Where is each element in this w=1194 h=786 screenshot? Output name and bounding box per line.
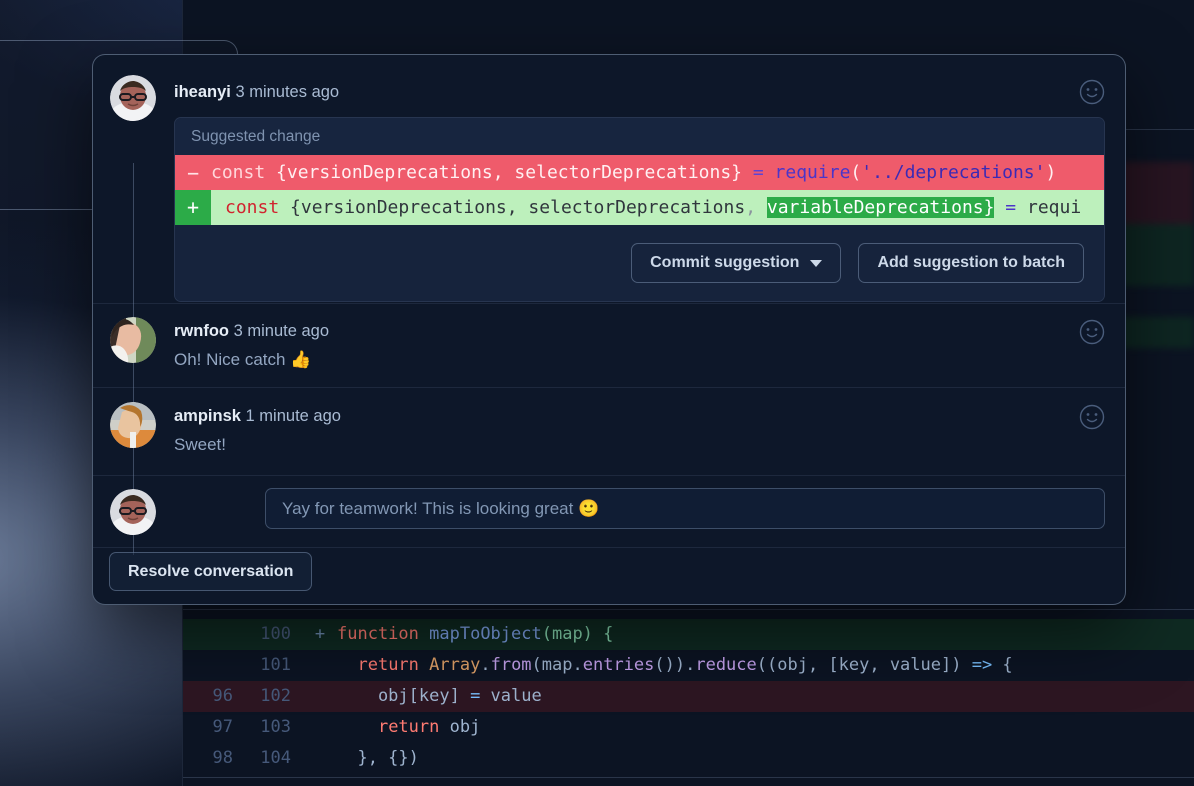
comment-author: iheanyi bbox=[174, 83, 231, 101]
comment-timestamp: 3 minute ago bbox=[234, 322, 329, 340]
add-suggestion-to-batch-label: Add suggestion to batch bbox=[877, 254, 1065, 272]
avatar[interactable] bbox=[110, 489, 156, 535]
comment-timestamp: 1 minute ago bbox=[246, 407, 341, 425]
smiley-icon[interactable] bbox=[1079, 79, 1105, 105]
comment-composer-row bbox=[93, 475, 1126, 547]
suggestion-header: Suggested change bbox=[175, 118, 1104, 155]
comment-body: Sweet! bbox=[174, 435, 226, 455]
avatar[interactable] bbox=[110, 402, 156, 448]
suggestion-actions: Commit suggestion Add suggestion to batc… bbox=[175, 225, 1104, 301]
diff-sign-removed: − bbox=[175, 161, 211, 185]
comment-ampinsk: ampinsk 1 minute ago Sweet! bbox=[93, 387, 1126, 475]
comment-body: Oh! Nice catch 👍 bbox=[174, 350, 311, 370]
comment-author: ampinsk bbox=[174, 407, 241, 425]
avatar[interactable] bbox=[110, 317, 156, 363]
suggested-change-block: Suggested change − const {versionDepreca… bbox=[174, 117, 1105, 302]
comment-input-wrapper[interactable] bbox=[265, 488, 1105, 529]
diff-code-added: const {versionDeprecations, selectorDepr… bbox=[211, 197, 1081, 218]
resolve-conversation-wrapper: Resolve conversation bbox=[109, 552, 312, 591]
comment-iheanyi: iheanyi 3 minutes ago Suggested change −… bbox=[93, 55, 1126, 303]
comment-rwnfoo: rwnfoo 3 minute ago Oh! Nice catch 👍 bbox=[93, 303, 1126, 387]
comment-meta: rwnfoo 3 minute ago bbox=[174, 322, 329, 341]
commit-suggestion-button[interactable]: Commit suggestion bbox=[631, 243, 841, 283]
diff-line-removed: − const {versionDeprecations, selectorDe… bbox=[175, 155, 1104, 190]
comment-timestamp: 3 minutes ago bbox=[235, 83, 339, 101]
comment-input[interactable] bbox=[282, 499, 1088, 519]
avatar[interactable] bbox=[110, 75, 156, 121]
conversation-card: iheanyi 3 minutes ago Suggested change −… bbox=[92, 54, 1126, 605]
add-suggestion-to-batch-button[interactable]: Add suggestion to batch bbox=[858, 243, 1084, 283]
visible-code-rows: 100+function mapToObject(map) { 101 retu… bbox=[183, 619, 1194, 774]
smiley-icon[interactable] bbox=[1079, 404, 1105, 430]
resolve-divider bbox=[93, 547, 1126, 548]
screenshot-root: 9296 const deprecations = { 9397 version… bbox=[0, 0, 1194, 786]
comment-meta: iheanyi 3 minutes ago bbox=[174, 83, 339, 102]
commit-suggestion-label: Commit suggestion bbox=[650, 254, 799, 272]
diff-sign-added: + bbox=[175, 190, 211, 225]
comment-meta: ampinsk 1 minute ago bbox=[174, 407, 341, 426]
comment-author: rwnfoo bbox=[174, 322, 229, 340]
resolve-conversation-button[interactable]: Resolve conversation bbox=[109, 552, 312, 591]
diff-line-added: + const {versionDeprecations, selectorDe… bbox=[175, 190, 1104, 225]
smiley-icon[interactable] bbox=[1079, 319, 1105, 345]
chevron-down-icon bbox=[810, 260, 822, 267]
diff-code-removed: const {versionDeprecations, selectorDepr… bbox=[211, 162, 1056, 183]
